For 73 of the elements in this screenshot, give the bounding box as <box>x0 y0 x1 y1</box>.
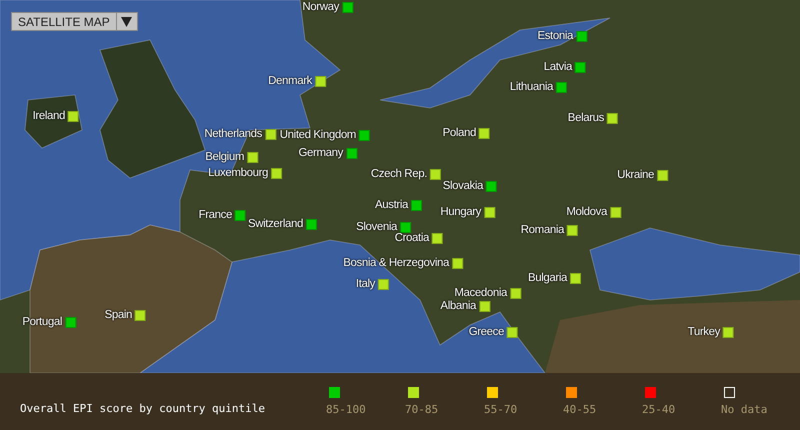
country-label: Czech Rep. <box>370 168 427 180</box>
score-marker[interactable] <box>359 130 370 140</box>
score-marker[interactable] <box>484 206 495 218</box>
score-marker[interactable] <box>315 76 326 86</box>
score-marker[interactable] <box>135 310 146 320</box>
score-marker[interactable] <box>510 288 521 298</box>
score-marker[interactable] <box>247 152 258 162</box>
score-marker[interactable] <box>479 300 490 312</box>
country-label: Slovenia <box>356 221 397 233</box>
country-label: Romania <box>520 224 564 236</box>
legend-label: 55-70 <box>484 403 518 416</box>
country-label: France <box>198 209 232 221</box>
country-label: Germany <box>298 147 343 159</box>
score-marker[interactable] <box>342 2 353 12</box>
legend-label: 25-40 <box>642 403 676 416</box>
map-type-dropdown[interactable]: SATELLITE MAP <box>11 12 138 31</box>
score-marker[interactable] <box>306 218 317 230</box>
country-label: Lithuania <box>510 81 553 93</box>
score-marker[interactable] <box>271 168 282 178</box>
score-marker[interactable] <box>65 316 76 328</box>
country-label: Latvia <box>544 61 572 73</box>
legend-swatch <box>724 387 735 398</box>
country-label: Macedonia <box>454 287 507 299</box>
score-marker[interactable] <box>576 30 587 42</box>
score-marker[interactable] <box>265 128 276 140</box>
score-marker[interactable] <box>657 170 668 180</box>
score-marker[interactable] <box>432 232 443 244</box>
country-label: Hungary <box>440 206 481 218</box>
score-marker[interactable] <box>452 258 463 268</box>
score-marker[interactable] <box>575 62 586 72</box>
legend-label: 40-55 <box>563 403 596 416</box>
score-marker[interactable] <box>235 210 246 220</box>
country-label: Spain <box>104 309 132 321</box>
country-label: Luxembourg <box>208 167 268 179</box>
country-label: United Kingdom <box>280 129 356 141</box>
country-label: Turkey <box>688 326 720 338</box>
country-label: Portugal <box>22 316 62 328</box>
country-label: Bosnia & Herzegovina <box>343 257 449 269</box>
score-marker[interactable] <box>507 326 518 338</box>
score-marker[interactable] <box>607 112 618 124</box>
country-label: Italy <box>356 278 375 290</box>
score-marker[interactable] <box>570 272 581 284</box>
country-label: Switzerland <box>248 218 303 230</box>
score-marker[interactable] <box>68 110 79 122</box>
country-label: Greece <box>468 326 504 338</box>
country-label: Moldova <box>566 206 607 218</box>
country-label: Austria <box>375 199 408 211</box>
legend-label: No data <box>721 403 768 416</box>
country-label: Norway <box>302 1 339 13</box>
legend-label: 70-85 <box>405 403 438 416</box>
country-label: Estonia <box>537 30 573 42</box>
country-label: Ukraine <box>617 169 654 181</box>
country-label: Slovakia <box>442 180 483 192</box>
country-label: Bulgaria <box>528 272 567 284</box>
country-label: Poland <box>442 127 476 139</box>
score-marker[interactable] <box>723 326 734 338</box>
score-marker[interactable] <box>486 180 497 192</box>
score-marker[interactable] <box>430 168 441 180</box>
country-label: Ireland <box>32 110 65 122</box>
country-label: Belarus <box>568 112 604 124</box>
score-marker[interactable] <box>567 224 578 236</box>
country-label: Croatia <box>394 232 429 244</box>
country-label: Albania <box>440 300 476 312</box>
score-marker[interactable] <box>610 206 621 218</box>
legend-label: 85-100 <box>326 403 366 416</box>
score-marker[interactable] <box>556 82 567 92</box>
country-label: Denmark <box>268 75 312 87</box>
score-marker[interactable] <box>479 128 490 138</box>
legend-title: Overall EPI score by country quintile <box>20 402 266 415</box>
caret-icon <box>121 16 132 26</box>
score-marker[interactable] <box>400 222 411 232</box>
score-marker[interactable] <box>411 200 422 210</box>
score-marker[interactable] <box>378 278 389 290</box>
